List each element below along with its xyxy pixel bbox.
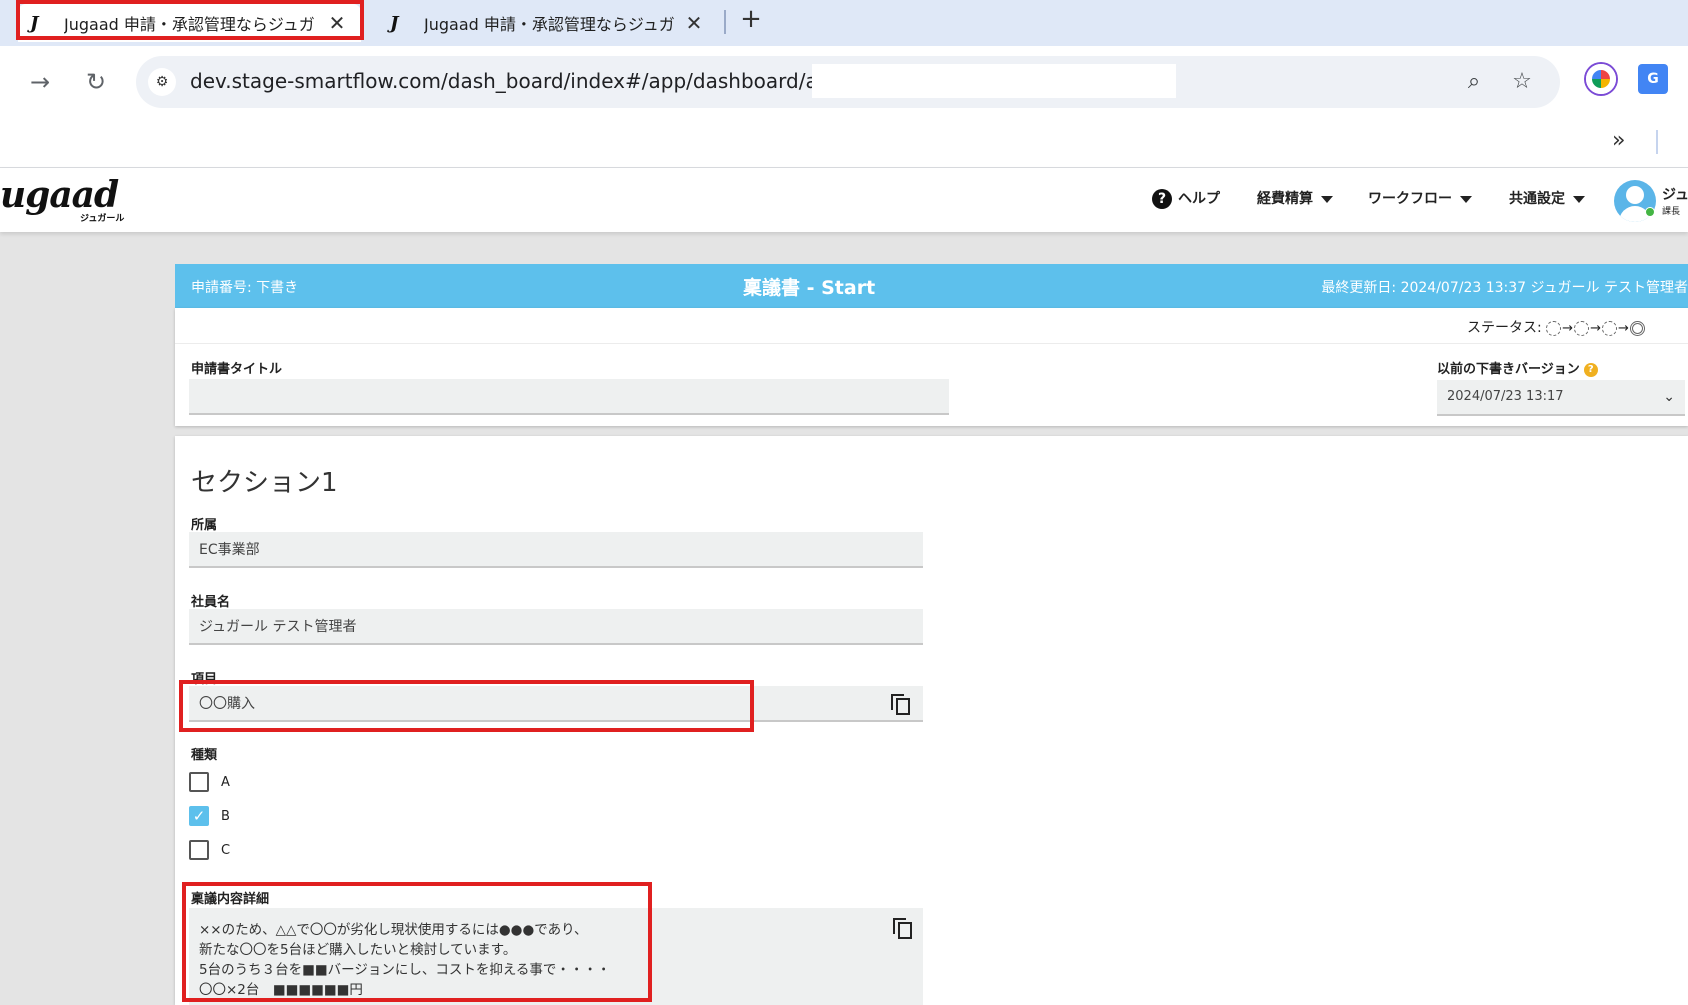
arrow-right-icon: → (1590, 320, 1601, 336)
menu-workflow-label: ワークフロー (1368, 191, 1452, 207)
affiliation-label: 所属 (191, 518, 218, 533)
menu-common-settings[interactable]: 共通設定 (1509, 188, 1585, 208)
form-header-bar: 申請番号: 下書き 稟議書 - Start 最終更新日: 2024/07/23 … (175, 264, 1688, 308)
menu-expense[interactable]: 経費精算 (1257, 188, 1333, 208)
checkbox-a[interactable] (189, 772, 209, 792)
form-meta-card: ステータス: → → → 申請書タイトル 以前の下書きバージョン? 2024/07/… (175, 308, 1688, 426)
checkbox-b-label: B (221, 808, 230, 824)
logo-subtitle: ジュガール (80, 214, 125, 224)
details-line: ××のため、△△で〇〇が劣化し現状使用するには●●●であり、 (199, 922, 588, 938)
employee-name-field[interactable]: ジュガール テスト管理者 (189, 609, 923, 645)
application-number: 申請番号: 下書き (191, 280, 299, 296)
menu-common-settings-label: 共通設定 (1509, 191, 1565, 207)
user-role: 課長 (1662, 207, 1681, 217)
avatar-head-icon (1626, 186, 1644, 204)
item-label: 項目 (191, 672, 218, 687)
status-indicator: ステータス: → → → (1467, 317, 1645, 337)
section-title: セクション1 (191, 468, 338, 498)
copy-icon[interactable] (891, 694, 911, 716)
caret-down-icon (1460, 195, 1472, 203)
online-status-icon (1645, 207, 1655, 217)
user-name[interactable]: ジュ (1662, 184, 1688, 204)
jugaad-favicon-icon: J (30, 12, 39, 34)
caret-down-icon (1573, 195, 1585, 203)
browser-toolbar: → ↻ ⚙ dev.stage-smartflow.com/dash_board… (0, 46, 1688, 118)
draft-version-select[interactable]: 2024/07/23 13:17 ⌄ (1437, 380, 1685, 416)
checkbox-b-checked[interactable]: ✓ (189, 806, 209, 826)
details-line: 5台のうち３台を■■バージョンにし、コストを抑える事で・・・・ (199, 962, 611, 978)
details-line: 新たな〇〇を5台ほど購入したいと検討しています。 (199, 942, 517, 958)
bookmark-star-icon[interactable]: ☆ (1508, 68, 1536, 96)
status-label: ステータス: (1467, 320, 1542, 336)
tab-title: Jugaad 申請・承認管理ならジュガ (424, 15, 675, 34)
draft-version-value: 2024/07/23 13:17 (1447, 389, 1564, 404)
site-settings-icon[interactable]: ⚙ (148, 68, 176, 96)
copy-icon-front (896, 698, 910, 715)
section-card: セクション1 所属 EC事業部 社員名 ジュガール テスト管理者 項目 〇〇購入… (175, 436, 1688, 1005)
type-option-a[interactable]: A (189, 770, 230, 794)
tab-title: Jugaad 申請・承認管理ならジュガ (64, 15, 315, 34)
status-step-icon (1574, 320, 1590, 336)
jugaad-favicon-icon: J (390, 12, 399, 34)
type-label: 種類 (191, 748, 218, 763)
status-step-icon (1546, 320, 1562, 336)
arrow-right-icon: → (1617, 320, 1629, 336)
draft-version-label-text: 以前の下書きバージョン (1437, 362, 1580, 377)
details-label: 稟議内容詳細 (191, 892, 270, 907)
new-tab-button[interactable]: + (736, 4, 766, 34)
status-step-icon (1601, 320, 1617, 336)
status-final-icon (1629, 320, 1645, 336)
chevron-down-icon: ⌄ (1663, 389, 1675, 405)
draft-version-label: 以前の下書きバージョン? (1437, 358, 1598, 377)
type-option-c[interactable]: C (189, 838, 230, 862)
bookmarks-separator (1656, 130, 1658, 154)
application-title-input[interactable] (189, 379, 949, 415)
browser-tab[interactable]: J Jugaad 申請・承認管理ならジュガ ✕ (378, 4, 718, 42)
close-tab-icon[interactable]: ✕ (325, 11, 349, 35)
copy-icon-front (898, 922, 912, 939)
forward-icon[interactable]: → (22, 64, 58, 100)
bookmarks-bar: » (0, 118, 1688, 168)
more-bookmarks-icon[interactable]: » (1612, 128, 1625, 153)
reload-icon[interactable]: ↻ (78, 64, 114, 100)
copy-icon[interactable] (893, 918, 913, 940)
app-header: ugaad ジュガール ? ヘルプ 経費精算 ワークフロー 共通設定 ジュ 課長 (0, 168, 1688, 232)
help-icon: ? (1152, 189, 1172, 209)
caret-down-icon (1321, 195, 1333, 203)
translate-extension-icon[interactable]: G (1638, 64, 1668, 94)
question-icon[interactable]: ? (1583, 362, 1598, 377)
checkbox-c[interactable] (189, 840, 209, 860)
affiliation-field[interactable]: EC事業部 (189, 532, 923, 568)
extension-icon[interactable] (1586, 64, 1616, 94)
browser-tab-active[interactable]: J Jugaad 申請・承認管理ならジュガ ✕ (18, 4, 361, 42)
type-option-b[interactable]: ✓ B (189, 804, 230, 828)
url-redaction (812, 64, 1176, 98)
checkbox-a-label: A (221, 774, 230, 790)
help-link[interactable]: ? ヘルプ (1152, 188, 1220, 209)
menu-expense-label: 経費精算 (1257, 191, 1313, 207)
last-updated: 最終更新日: 2024/07/23 13:37 ジュガール テスト管理者 (1321, 280, 1688, 296)
details-textarea[interactable]: ××のため、△△で〇〇が劣化し現状使用するには●●●であり、 新たな〇〇を5台ほ… (189, 908, 923, 1005)
address-bar[interactable]: ⚙ dev.stage-smartflow.com/dash_board/ind… (136, 56, 1560, 108)
url-text[interactable]: dev.stage-smartflow.com/dash_board/index… (190, 69, 850, 93)
application-title-label: 申請書タイトル (191, 362, 283, 377)
tab-separator (724, 10, 726, 34)
browser-tabstrip: J Jugaad 申請・承認管理ならジュガ ✕ J Jugaad 申請・承認管理… (0, 0, 1688, 46)
details-line: 〇〇×2台 ■■■■■■円 (199, 982, 363, 998)
item-field[interactable]: 〇〇購入 (189, 686, 923, 722)
menu-workflow[interactable]: ワークフロー (1368, 188, 1472, 208)
zoom-icon[interactable]: ⌕ (1460, 68, 1488, 96)
employee-name-label: 社員名 (191, 595, 231, 610)
help-label: ヘルプ (1178, 191, 1220, 207)
close-tab-icon[interactable]: ✕ (682, 11, 706, 35)
arrow-right-icon: → (1562, 320, 1574, 336)
status-row: ステータス: → → → (175, 308, 1688, 344)
form-title: 稟議書 - Start (743, 277, 876, 299)
checkbox-c-label: C (221, 842, 231, 858)
jugaad-logo[interactable]: ugaad (0, 174, 119, 216)
